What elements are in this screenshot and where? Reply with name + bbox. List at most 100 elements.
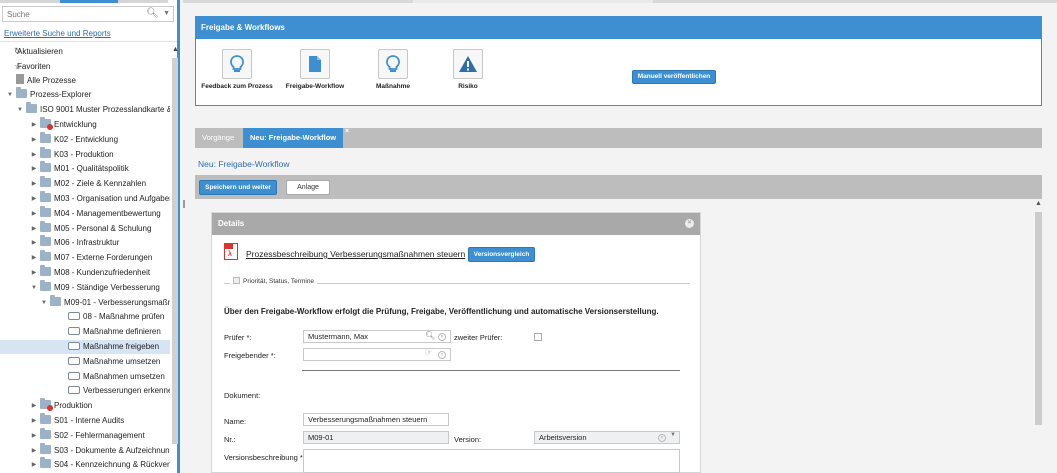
expand-arrow-icon[interactable]: ▶ — [30, 429, 38, 443]
expand-arrow-icon[interactable]: ▶ — [30, 148, 38, 162]
tree-item[interactable]: ▼ M09-01 - Verbesserungsmaßnahm — [40, 294, 170, 310]
tree-item[interactable]: Maßnahmen umsetzen — [58, 370, 165, 384]
expand-arrow-icon[interactable]: ▶ — [30, 192, 38, 206]
expand-arrow-icon[interactable]: ▶ — [30, 162, 38, 176]
tool-risk[interactable]: Risiko — [452, 49, 484, 90]
close-icon[interactable]: × — [685, 219, 694, 228]
tree-item[interactable]: ▶ M08 - Kundenzufriedenheit — [30, 265, 150, 280]
clear-icon[interactable]: × — [438, 351, 446, 359]
collapse-arrow-icon[interactable]: ▼ — [6, 88, 14, 102]
expand-arrow-icon[interactable]: ▶ — [30, 236, 38, 250]
tree-item[interactable]: ▶ M06 - Infrastruktur — [30, 235, 119, 250]
folder-icon — [40, 427, 51, 439]
folder-icon — [40, 250, 51, 262]
tree-item-label: Entwicklung — [54, 120, 97, 129]
tree-item-label: M09-01 - Verbesserungsmaßnahm — [64, 297, 170, 307]
scroll-up-icon[interactable]: ▲ — [172, 46, 179, 53]
tree-item[interactable]: ▶ M03 - Organisation und Aufgaben — [30, 191, 170, 206]
tree-item[interactable]: Alle Prozesse — [6, 73, 76, 88]
second-reviewer-checkbox[interactable] — [534, 333, 542, 341]
collapse-arrow-icon[interactable]: ▼ — [16, 103, 24, 117]
expand-arrow-icon[interactable]: ▶ — [30, 207, 38, 221]
clear-icon[interactable]: × — [658, 434, 666, 442]
tree-item[interactable]: ▶ M01 - Qualitätspolitik — [30, 161, 129, 176]
splitter-handle[interactable] — [183, 200, 185, 208]
search-box[interactable]: 🔍︎ ▼ — [2, 6, 174, 22]
tool-feedback[interactable]: Feedback zum Prozess — [200, 49, 274, 90]
publish-manually-button[interactable]: Manuell veröffentlichen — [632, 70, 716, 84]
tree-item[interactable]: ▶ S04 - Kennzeichnung & Rückverfolgba — [30, 457, 170, 472]
tree-item-label: M05 - Personal & Schulung — [54, 223, 152, 233]
tree-item[interactable]: ▶ M07 - Externe Forderungen — [30, 250, 152, 265]
version-compare-button[interactable]: Versionsvergleich — [468, 247, 535, 262]
attachment-button[interactable]: Anlage — [286, 180, 330, 195]
tree-item-label: Alle Prozesse — [27, 75, 76, 85]
tool-measure[interactable]: Maßnahme — [372, 49, 414, 90]
tree-item[interactable]: ▶ Entwicklung — [30, 117, 97, 132]
tree-item[interactable]: ▼ ISO 9001 Muster Prozesslandkarte & Pro — [16, 102, 170, 117]
save-and-continue-button[interactable]: Speichern und weiter — [199, 180, 277, 195]
expand-arrow-icon[interactable]: ▶ — [30, 399, 38, 413]
tree-item[interactable]: ▼ Prozess-Explorer — [6, 87, 91, 102]
step-icon — [68, 327, 80, 336]
tree-item-label: M01 - Qualitätspolitik — [54, 164, 129, 174]
advanced-search-link[interactable]: Erweiterte Suche und Reports — [4, 29, 111, 38]
tool-approval-workflow[interactable]: Freigabe-Workflow — [280, 49, 350, 90]
tree-item[interactable]: Verbesserungen erkennen — [58, 384, 170, 398]
search-icon[interactable]: 🔍︎ — [425, 331, 435, 340]
tree-item[interactable]: ▶ K02 - Entwicklung — [30, 131, 118, 147]
expand-arrow-icon[interactable]: ▶ — [30, 458, 38, 472]
tree-item[interactable]: ↻Aktualisieren — [6, 44, 63, 58]
collapse-arrow-icon[interactable]: ▼ — [30, 281, 38, 295]
tree-item[interactable]: Maßnahme definieren — [58, 325, 161, 339]
sidebar-scrollbar[interactable] — [172, 58, 178, 444]
expand-arrow-icon[interactable]: ▶ — [30, 133, 38, 147]
lightbulb-icon — [386, 55, 400, 72]
expand-arrow-icon[interactable]: ▶ — [30, 222, 38, 236]
tree-item[interactable]: ▶ S02 - Fehlermanagement — [30, 427, 145, 443]
expand-arrow-icon[interactable]: ▶ — [30, 266, 38, 280]
tree-item[interactable]: ☆Favoriten — [6, 59, 50, 73]
expand-arrow-icon[interactable]: ▶ — [30, 251, 38, 265]
tree-item[interactable]: 08 - Maßnahme prüfen — [58, 310, 164, 324]
section-toggle[interactable]: Priorität, Status, Termine — [230, 277, 318, 285]
folder-icon — [40, 279, 51, 291]
tree-item[interactable]: ▼ M09 - Ständige Verbesserung — [30, 279, 160, 295]
version-description-field[interactable] — [303, 449, 680, 473]
folder-icon — [40, 191, 51, 202]
name-field[interactable]: Verbesserungsmaßnahmen steuern — [303, 413, 449, 426]
tree-item[interactable]: ▶ M02 - Ziele & Kennzahlen — [30, 176, 146, 191]
tab-vorgaenge[interactable]: Vorgänge — [195, 128, 241, 148]
chevron-down-icon[interactable]: ▼ — [163, 10, 170, 17]
collapse-arrow-icon[interactable]: ▼ — [40, 296, 48, 310]
scroll-up-icon[interactable]: ▲ — [1035, 200, 1042, 207]
expand-arrow-icon[interactable]: ▶ — [30, 444, 38, 458]
clear-icon[interactable]: × — [438, 333, 446, 341]
expand-arrow-icon[interactable]: ▶ — [30, 118, 38, 132]
tool-label: Freigabe-Workflow — [285, 83, 345, 90]
main-scrollbar[interactable] — [1035, 212, 1042, 425]
tree-item[interactable]: ▶ S01 - Interne Audits — [30, 413, 124, 428]
tree-item[interactable]: ▶ K03 - Produktion — [30, 146, 114, 162]
expand-arrow-icon[interactable]: ▶ — [30, 177, 38, 191]
tree-item[interactable]: ▶ M04 - Managementbewertung — [30, 205, 161, 221]
expand-arrow-icon[interactable]: ▶ — [30, 414, 38, 428]
tree-item[interactable]: Maßnahme umsetzen — [58, 355, 160, 369]
workflow-panel: Freigabe & Workflows Feedback zum Prozes… — [195, 16, 1042, 106]
tree-item[interactable]: ▶ S03 - Dokumente & Aufzeichnungen — [30, 442, 170, 458]
tree-item[interactable]: ▶ Produktion — [30, 398, 92, 413]
close-tab-icon[interactable]: × — [345, 122, 349, 142]
document-link[interactable]: Prozessbeschreibung Verbesserungsmaßnahm… — [246, 249, 465, 259]
collapse-icon[interactable] — [233, 277, 240, 284]
process-icon — [50, 294, 61, 306]
search-input[interactable] — [3, 7, 143, 21]
chevron-down-icon[interactable]: ▼ — [670, 432, 676, 438]
tree-item[interactable]: Maßnahme freigeben — [0, 340, 170, 354]
folder-icon — [40, 265, 51, 276]
warning-icon — [459, 56, 477, 72]
tab-new-approval-workflow[interactable]: Neu: Freigabe-Workflow × — [243, 128, 349, 148]
approver-label: Freigebender *: — [224, 351, 276, 360]
search-icon[interactable]: 🔍︎ — [146, 8, 159, 19]
process-tree: ↻Aktualisieren ☆Favoriten Alle Prozesse ▼ Pr… — [0, 44, 170, 473]
tree-item[interactable]: ▶ M05 - Personal & Schulung — [30, 220, 152, 236]
